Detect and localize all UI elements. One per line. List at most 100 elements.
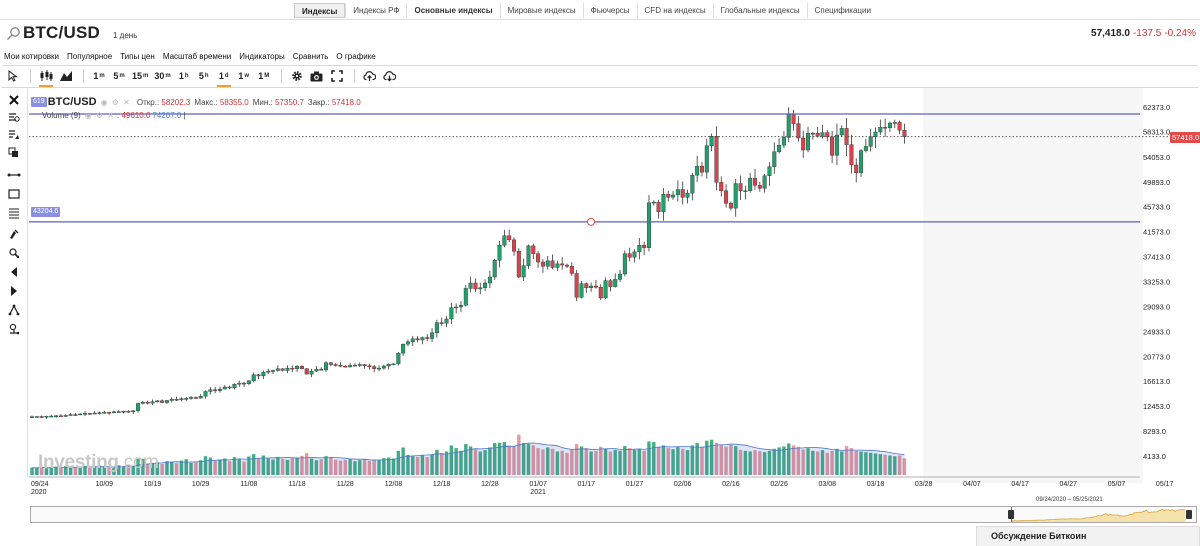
- menu-indicators[interactable]: Индикаторы: [239, 49, 284, 65]
- legend-symbol[interactable]: BTC/USD: [48, 96, 97, 108]
- candle-body: [107, 412, 112, 414]
- candle-body: [468, 282, 473, 289]
- search-icon[interactable]: [5, 26, 21, 42]
- candle-body: [555, 263, 560, 268]
- timeframe-button-1h[interactable]: 1h: [175, 68, 193, 84]
- menu-compare[interactable]: Сравнить: [293, 49, 329, 65]
- screenshot-button[interactable]: [308, 68, 326, 84]
- x-tick-label: 11/28: [337, 481, 354, 488]
- tab-6[interactable]: Глобальные индексы: [712, 3, 807, 18]
- volume-visibility-icons[interactable]: ◉ ⚙ ✕: [85, 111, 115, 120]
- rectangle-icon[interactable]: [6, 186, 22, 202]
- pitchfork-icon[interactable]: [6, 302, 22, 318]
- timeframe-button-1M[interactable]: 1M: [255, 68, 273, 84]
- navigator-canvas[interactable]: [31, 507, 1196, 522]
- text-tool-icon[interactable]: [6, 321, 22, 337]
- tab-2[interactable]: Основные индексы: [406, 3, 499, 18]
- cloud-download-icon: [383, 71, 397, 82]
- candle-body: [642, 245, 647, 248]
- candle-body: [593, 285, 598, 288]
- candle-body: [372, 366, 377, 369]
- candle-body: [834, 134, 839, 156]
- candle-body: [830, 136, 835, 156]
- price-chart[interactable]: 62373.0 58313.0 54053.0 49893.0 45733.0 41573…: [29, 88, 1200, 508]
- timeframe-button-5h[interactable]: 5h: [195, 68, 213, 84]
- candle-body: [651, 201, 656, 204]
- copy-icon[interactable]: [6, 145, 22, 161]
- x-tick-label: 02/06: [674, 481, 692, 488]
- tab-5[interactable]: CFD на индексы: [636, 3, 713, 18]
- fib-lines-icon[interactable]: [6, 205, 22, 221]
- price-axis[interactable]: 62373.0 58313.0 54053.0 49893.0 45733.0 41573…: [1143, 103, 1170, 461]
- menu-my-quotes[interactable]: Мои котировки: [4, 49, 59, 65]
- horizontal-ray-icon[interactable]: [6, 167, 22, 183]
- close-icon[interactable]: [6, 92, 22, 108]
- discussion-panel[interactable]: Обсуждение Биткоин: [976, 526, 1200, 546]
- candle-body: [30, 416, 34, 418]
- fullscreen-button[interactable]: [328, 68, 346, 84]
- y-tick-label: 24933.0: [1143, 327, 1170, 336]
- candle-body: [791, 113, 796, 124]
- candle-body: [458, 304, 463, 308]
- timeframe-button-5m[interactable]: 5m: [110, 68, 128, 84]
- candle-body: [849, 144, 854, 166]
- timeframe-button-30m[interactable]: 30 m: [152, 68, 172, 84]
- candle-body: [728, 203, 733, 209]
- menu-time-scale[interactable]: Масштаб времени: [163, 49, 231, 65]
- timeframe-button-1m[interactable]: 1m: [90, 68, 108, 84]
- candle-body: [632, 251, 637, 258]
- navigator-mini-chart: [1011, 508, 1186, 522]
- candle-body: [613, 279, 618, 287]
- menu-popular[interactable]: Популярное: [67, 49, 112, 65]
- navigator-right-handle[interactable]: [1186, 510, 1192, 519]
- timeframe-button-1w[interactable]: 1w: [235, 68, 253, 84]
- candle-body: [695, 165, 700, 176]
- candle-body: [820, 132, 825, 137]
- timeframe-button-1d[interactable]: 1d: [215, 68, 233, 87]
- x-tick-label: 03/08: [819, 481, 837, 488]
- brush-icon[interactable]: [6, 226, 22, 242]
- x-tick-label: 01/07: [529, 481, 547, 488]
- tab-1[interactable]: Индексы РФ: [345, 3, 406, 18]
- volume-label: Volume (9): [42, 111, 81, 120]
- toolbar-separator: [353, 69, 355, 83]
- trend-down-icon[interactable]: [6, 264, 22, 280]
- symbol-title[interactable]: BTC/USD: [23, 23, 100, 43]
- volume-legend: Volume (9) ◉ ⚙ ✕ : 49610.0 74207.0 |: [42, 111, 185, 120]
- crosshair-icon[interactable]: [6, 109, 22, 125]
- load-chart-button[interactable]: [381, 68, 399, 84]
- candle-body: [203, 391, 208, 397]
- save-chart-button[interactable]: [361, 68, 379, 84]
- top-category-tabs: Индексы Индексы РФ Основные индексы Мировые…: [0, 0, 1200, 20]
- candle-body: [483, 282, 488, 289]
- magnet-icon[interactable]: [6, 127, 22, 143]
- menu-price-types[interactable]: Типы цен: [120, 49, 155, 65]
- path-icon[interactable]: [6, 245, 22, 261]
- navigator-left-handle[interactable]: [1008, 510, 1014, 519]
- tab-4[interactable]: Фьючерсы: [582, 3, 637, 18]
- timeframe-group: 1 m 5 m 15 m 30 m 1 h 5 h 1 d 1 w 1 M: [90, 68, 275, 87]
- tab-7[interactable]: Спецификации: [806, 3, 878, 18]
- settings-button[interactable]: [288, 68, 306, 84]
- tab-3[interactable]: Мировые индексы: [499, 3, 583, 18]
- x-tick-label: 11/08: [240, 481, 257, 488]
- trend-up-icon[interactable]: [6, 283, 22, 299]
- timeframe-button-15m[interactable]: 15 m: [130, 68, 150, 84]
- candle-body: [386, 364, 391, 367]
- candle-body: [863, 146, 868, 151]
- time-navigator[interactable]: [30, 506, 1197, 523]
- candle-body: [743, 190, 748, 192]
- candles-chart-type-button[interactable]: [37, 68, 55, 87]
- legend-visibility-icons[interactable]: ◉ ⚙ ✕: [101, 98, 131, 107]
- candle-body: [473, 282, 478, 290]
- last-price-tag: 57418.0: [1170, 132, 1200, 143]
- chart-canvas[interactable]: 62373.0 58313.0 54053.0 49893.0 45733.0 41573…: [29, 88, 1200, 508]
- select-pointer-button[interactable]: [4, 68, 22, 84]
- discussion-title[interactable]: Обсуждение Биткоин: [991, 531, 1086, 541]
- area-chart-type-button[interactable]: [57, 68, 75, 84]
- menu-about-chart[interactable]: О графике: [336, 49, 375, 65]
- candle-body: [237, 382, 242, 385]
- legend-high-value: 58355.0: [219, 97, 249, 107]
- candlestick-icon: [40, 70, 53, 81]
- tab-0[interactable]: Индексы: [294, 3, 346, 18]
